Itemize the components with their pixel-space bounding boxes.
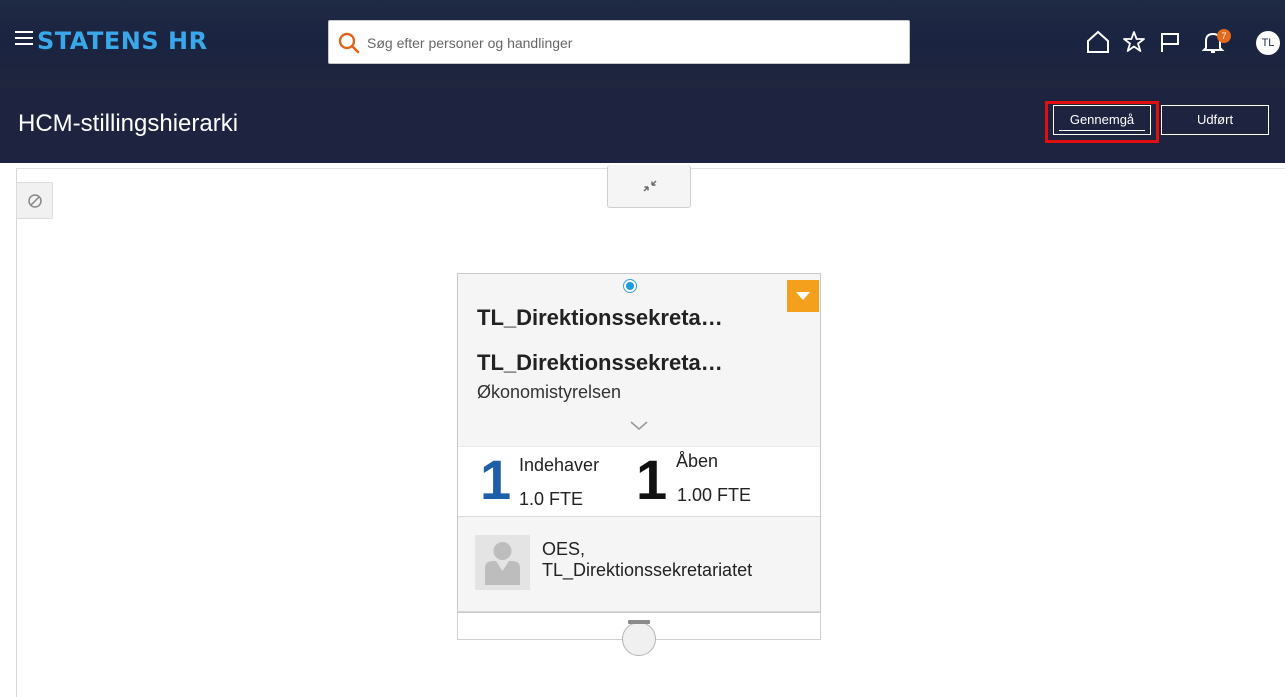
user-avatar[interactable]: TL <box>1256 31 1280 55</box>
collapse-view-button[interactable] <box>607 165 691 208</box>
organization-name: Økonomistyrelsen <box>477 382 622 402</box>
headcount-section: 1 Indehaver 1.0 FTE 1 Åben 1.00 FTE <box>458 446 820 516</box>
home-icon[interactable] <box>1085 29 1111 55</box>
incumbent-fte: 1.0 FTE <box>519 489 584 509</box>
open-count: 1 <box>636 448 668 511</box>
favorites-star-icon[interactable] <box>1121 29 1147 55</box>
incumbent-person-row[interactable]: OES, TL_Direktionssekretariatet <box>458 516 820 612</box>
person-silhouette-icon <box>485 542 520 585</box>
position-card-header: TL_Direktionssekreta… TL_Direktionssekre… <box>458 274 820 446</box>
open-label: Åben <box>676 451 719 471</box>
brand-logo[interactable]: STATENS HR <box>37 27 208 55</box>
reset-icon <box>28 194 42 208</box>
position-subtitle: TL_Direktionssekreta… <box>477 350 723 375</box>
flag-icon[interactable] <box>1157 29 1183 55</box>
done-button[interactable]: Udført <box>1161 105 1269 135</box>
person-name: OES, TL_Direktionssekretariatet <box>542 539 752 581</box>
person-name-line1: OES, <box>542 539 586 559</box>
highlight-box <box>1045 101 1159 143</box>
incumbent-label: Indehaver <box>519 455 600 475</box>
person-name-line2: TL_Direktionssekretariatet <box>542 560 753 580</box>
page-title: HCM-stillingshierarki <box>18 110 239 137</box>
hamburger-menu-icon[interactable] <box>15 31 33 47</box>
incumbent-count: 1 <box>480 448 512 511</box>
search-input[interactable] <box>367 29 897 57</box>
knob-connector <box>628 620 650 624</box>
chevron-down-icon[interactable] <box>629 420 649 432</box>
selection-radio[interactable] <box>623 279 637 293</box>
position-card[interactable]: TL_Direktionssekreta… TL_Direktionssekre… <box>457 273 821 613</box>
reset-view-button[interactable] <box>16 182 53 219</box>
position-title: TL_Direktionssekreta… <box>477 305 723 330</box>
search-icon <box>338 32 360 54</box>
expand-children-knob[interactable] <box>622 622 656 656</box>
notification-badge: 7 <box>1217 29 1231 43</box>
collapse-arrows-icon <box>643 180 657 192</box>
card-actions-dropdown[interactable] <box>787 280 819 312</box>
person-avatar <box>475 535 530 590</box>
search-box[interactable] <box>328 20 910 64</box>
open-fte: 1.00 FTE <box>677 485 752 505</box>
